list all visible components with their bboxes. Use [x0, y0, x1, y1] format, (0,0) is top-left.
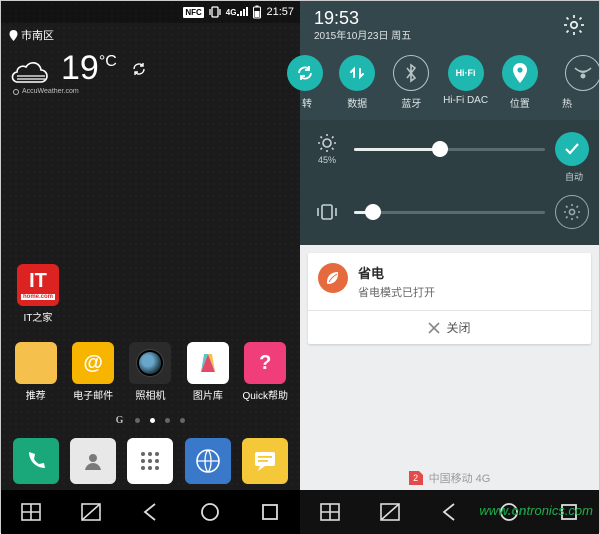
nav-dual-window[interactable]: [16, 497, 46, 527]
app-gallery[interactable]: 图片库: [181, 342, 235, 402]
hotspot-icon: [565, 55, 600, 91]
toggle-rotate[interactable]: 转: [300, 55, 328, 110]
dock: [1, 438, 300, 484]
refresh-icon[interactable]: [131, 61, 147, 77]
nav-back[interactable]: [434, 497, 464, 527]
rotate-icon: [287, 55, 323, 91]
toggle-bluetooth[interactable]: 蓝牙: [386, 55, 436, 110]
location-text: 市南区: [21, 27, 54, 43]
brightness-icon: 45%: [310, 133, 344, 165]
toggle-data[interactable]: 数据: [332, 55, 382, 110]
dock-contacts[interactable]: [66, 438, 120, 484]
bluetooth-icon: [393, 55, 429, 91]
qs-sliders: 45% 自动: [300, 120, 599, 245]
toggle-hotspot[interactable]: 热: [549, 55, 599, 110]
phone-icon: [13, 438, 59, 484]
notification-body: 省电模式已打开: [358, 284, 435, 300]
volume-slider[interactable]: [310, 195, 589, 229]
nav-bar-right: [300, 490, 599, 534]
gallery-icon: [187, 342, 229, 384]
nav-recent[interactable]: [554, 497, 584, 527]
contacts-icon: [70, 438, 116, 484]
app-row-2: 推荐 @ 电子邮件 照相机 图片库 ? Quick帮助: [1, 342, 300, 402]
dock-browser[interactable]: [181, 438, 235, 484]
data-icon: [339, 55, 375, 91]
carrier-text: 中国移动 4G: [429, 470, 491, 486]
notification-battery-saver[interactable]: 省电 省电模式已打开 关闭: [308, 253, 591, 344]
brightness-slider[interactable]: 45%: [310, 132, 589, 166]
page-indicator[interactable]: G: [1, 415, 300, 426]
leaf-icon: [318, 263, 348, 293]
volume-settings-button[interactable]: [555, 195, 589, 229]
vibrate-icon: [310, 203, 344, 221]
nav-back[interactable]: [135, 497, 165, 527]
close-icon: [428, 322, 440, 334]
nav-dual-window[interactable]: [315, 497, 345, 527]
qs-toggle-row[interactable]: 转 数据 蓝牙 Hi·Fi Hi-Fi DAC 位置 热: [300, 49, 599, 120]
app-email[interactable]: @ 电子邮件: [66, 342, 120, 402]
carrier-label: 2 中国移动 4G: [300, 470, 599, 486]
nav-home[interactable]: [494, 497, 524, 527]
nav-home[interactable]: [195, 497, 225, 527]
hifi-icon: Hi·Fi: [448, 55, 484, 91]
ithome-icon: IThome.com: [17, 264, 59, 306]
nfc-icon: NFC: [183, 7, 203, 18]
qs-date: 2015年10月23日 周五: [314, 27, 411, 42]
location-icon: [502, 55, 538, 91]
signal-4g-icon: 4G: [226, 7, 249, 17]
app-drawer-icon: [127, 438, 173, 484]
status-clock: 21:57: [266, 6, 294, 18]
globe-icon: [185, 438, 231, 484]
weather-location[interactable]: 市南区: [1, 23, 300, 43]
qs-clock: 19:53: [314, 9, 411, 27]
dock-messages[interactable]: [238, 438, 292, 484]
nav-qslide[interactable]: [375, 497, 405, 527]
auto-brightness-label: 自动: [310, 170, 583, 183]
toggle-hifi-dac[interactable]: Hi·Fi Hi-Fi DAC: [441, 55, 491, 110]
nav-bar-left: [1, 490, 300, 534]
weather-widget[interactable]: 19°C: [1, 43, 300, 88]
app-row-1: IThome.com IT之家: [1, 264, 300, 324]
nav-qslide[interactable]: [76, 497, 106, 527]
toggle-location[interactable]: 位置: [495, 55, 545, 110]
nav-recent[interactable]: [255, 497, 285, 527]
dock-app-drawer[interactable]: [123, 438, 177, 484]
quick-settings-panel: 19:53 2015年10月23日 周五 转 数据 蓝牙 Hi·Fi Hi-Fi…: [300, 1, 599, 534]
email-icon: @: [72, 342, 114, 384]
folder-icon: [15, 342, 57, 384]
dock-phone[interactable]: [9, 438, 63, 484]
temperature: 19°C: [61, 49, 117, 88]
gear-icon: [563, 203, 581, 221]
sim-icon: 2: [409, 471, 423, 485]
qs-header: 19:53 2015年10月23日 周五: [300, 1, 599, 49]
home-screen: NFC 4G 21:57 市南区 19°C AccuWeather.com IT…: [1, 1, 300, 534]
battery-icon: [252, 5, 262, 19]
notification-title: 省电: [358, 263, 435, 282]
notification-close[interactable]: 关闭: [308, 310, 591, 344]
camera-icon: [129, 342, 171, 384]
app-ithome[interactable]: IThome.com IT之家: [11, 264, 65, 324]
app-recommended[interactable]: 推荐: [9, 342, 63, 402]
app-camera[interactable]: 照相机: [123, 342, 177, 402]
app-quickhelp[interactable]: ? Quick帮助: [238, 342, 292, 402]
auto-brightness-toggle[interactable]: [555, 132, 589, 166]
weather-provider: AccuWeather.com: [1, 88, 300, 95]
pin-icon: [9, 30, 18, 41]
check-icon: [564, 142, 580, 156]
weather-cloud-icon: [11, 52, 51, 86]
status-bar: NFC 4G 21:57: [1, 1, 300, 23]
quickhelp-icon: ?: [244, 342, 286, 384]
gear-icon: [563, 14, 585, 36]
messages-icon: [242, 438, 288, 484]
vibrate-icon: [208, 6, 222, 18]
settings-button[interactable]: [559, 10, 589, 40]
